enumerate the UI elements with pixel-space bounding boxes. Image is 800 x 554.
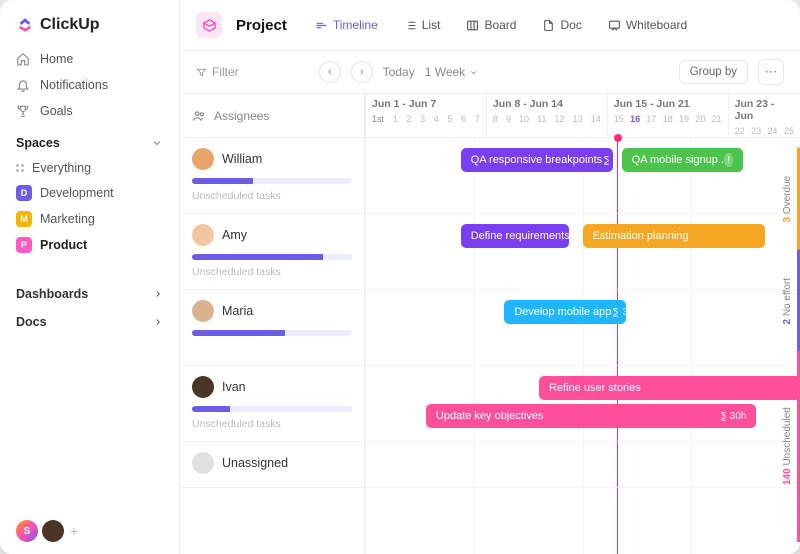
task-bar[interactable]: Develop mobile app30h (504, 300, 626, 324)
avatar (192, 224, 214, 246)
view-timeline[interactable]: Timeline (309, 14, 384, 36)
chevron-right-icon (153, 317, 163, 327)
assignee-row: William Unscheduled tasks (180, 138, 364, 214)
view-list[interactable]: List (398, 14, 447, 36)
assignee-header[interactable]: Unassigned (192, 452, 352, 474)
assignee-row: Unassigned (180, 442, 364, 488)
whiteboard-icon (608, 19, 621, 32)
assignee-header[interactable]: Ivan (192, 376, 352, 398)
grid-icon (16, 164, 24, 172)
add-user-button[interactable]: + (70, 523, 78, 539)
nav-notifications[interactable]: Notifications (16, 72, 163, 98)
nav-docs[interactable]: Docs (16, 308, 163, 336)
progress-bar (192, 178, 352, 184)
space-chip-icon: D (16, 185, 32, 201)
space-item-marketing[interactable]: MMarketing (16, 206, 163, 232)
range-select[interactable]: 1 Week (425, 65, 478, 79)
avatar (192, 452, 214, 474)
task-estimate: 30h (719, 411, 747, 422)
assignees-column: Assignees William Unscheduled tasks Amy Uns… (180, 94, 365, 554)
user-avatar[interactable] (42, 520, 64, 542)
avatar (192, 300, 214, 322)
more-options-button[interactable]: ⋯ (758, 59, 784, 85)
clickup-logo-icon (16, 16, 34, 34)
view-board[interactable]: Board (460, 14, 522, 36)
unscheduled-label: Unscheduled tasks (192, 190, 352, 202)
chevron-right-icon (153, 289, 163, 299)
task-bar[interactable]: Refine user stories (539, 376, 800, 400)
home-icon (16, 52, 30, 66)
rail-unscheduled[interactable]: 140 Unscheduled (782, 351, 800, 542)
task-bar[interactable]: Define requirements (461, 224, 570, 248)
today-button[interactable]: Today (383, 65, 415, 79)
progress-bar (192, 254, 352, 260)
assignee-row: Ivan Unscheduled tasks (180, 366, 364, 442)
rail-no-effort[interactable]: 2 No effort (782, 250, 800, 352)
task-bar[interactable]: QA responsive breakpoints30h (461, 148, 613, 172)
prev-button[interactable]: ‹ (319, 61, 341, 83)
assignee-header[interactable]: William (192, 148, 352, 170)
trophy-icon (16, 104, 30, 118)
space-chip-icon: M (16, 211, 32, 227)
week-column: Jun 1 - Jun 71st1234567 (365, 94, 486, 137)
task-estimate: 30h (602, 155, 613, 166)
sidebar: ClickUp Home Notifications Goals Spaces (0, 0, 180, 554)
brand-name: ClickUp (40, 16, 100, 34)
rail-overdue[interactable]: 3 Overdue (782, 148, 800, 250)
unscheduled-label: Unscheduled tasks (192, 266, 352, 278)
space-item-development[interactable]: DDevelopment (16, 180, 163, 206)
week-column: Jun 8 - Jun 14891011121314 (486, 94, 607, 137)
progress-bar (192, 406, 352, 412)
project-icon (196, 12, 222, 38)
nav-home[interactable]: Home (16, 46, 163, 72)
brand-logo[interactable]: ClickUp (0, 16, 179, 46)
task-bar[interactable]: Update key objectives30h (426, 404, 757, 428)
view-doc[interactable]: Doc (536, 14, 587, 36)
next-button[interactable]: › (351, 61, 373, 83)
avatar (192, 148, 214, 170)
board-icon (466, 19, 479, 32)
doc-icon (542, 19, 555, 32)
task-bar[interactable]: Estimation planning (583, 224, 766, 248)
project-title: Project (236, 17, 287, 34)
filter-button[interactable]: Filter (196, 65, 239, 79)
user-avatar[interactable]: S (16, 520, 38, 542)
space-everything[interactable]: Everything (16, 156, 163, 180)
space-chip-icon: P (16, 237, 32, 253)
assignee-header[interactable]: Maria (192, 300, 352, 322)
avatar (192, 376, 214, 398)
timeline-icon (315, 19, 328, 32)
nav-goals[interactable]: Goals (16, 98, 163, 124)
assignees-header: Assignees (180, 94, 364, 138)
topbar: Project Timeline List Board Doc Whiteboa… (180, 0, 800, 51)
task-estimate: 30h (611, 307, 626, 318)
sidebar-footer: S + (0, 520, 179, 542)
space-item-product[interactable]: PProduct (16, 232, 163, 258)
groupby-button[interactable]: Group by (679, 60, 748, 84)
unscheduled-label: Unscheduled tasks (192, 418, 352, 430)
progress-bar (192, 330, 352, 336)
week-column: Jun 23 - Jun22232425 (728, 94, 800, 137)
main-content: Project Timeline List Board Doc Whiteboa… (180, 0, 800, 554)
timeline-grid: Jun 1 - Jun 71st1234567Jun 8 - Jun 14891… (365, 94, 800, 554)
bell-icon (16, 78, 30, 92)
list-icon (404, 19, 417, 32)
chevron-down-icon (151, 137, 163, 149)
spaces-header[interactable]: Spaces (0, 124, 179, 156)
week-column: Jun 15 - Jun 2115161718192021 (607, 94, 728, 137)
view-whiteboard[interactable]: Whiteboard (602, 14, 693, 36)
toolbar: Filter ‹ › Today 1 Week Group by ⋯ (180, 51, 800, 94)
alert-icon: ! (724, 153, 733, 167)
assignee-row: Amy Unscheduled tasks (180, 214, 364, 290)
people-icon (192, 109, 206, 123)
filter-icon (196, 67, 207, 78)
task-bar[interactable]: QA mobile signup..! (622, 148, 744, 172)
assignee-header[interactable]: Amy (192, 224, 352, 246)
assignee-row: Maria (180, 290, 364, 366)
chevron-down-icon (469, 68, 478, 77)
nav-dashboards[interactable]: Dashboards (16, 280, 163, 308)
